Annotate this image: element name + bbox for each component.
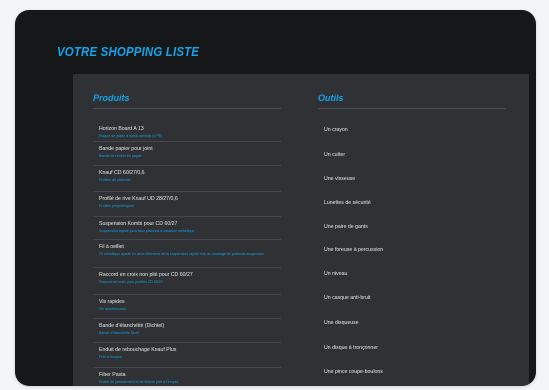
product-divider	[93, 191, 281, 192]
product-divider	[93, 294, 281, 295]
product-description: Prêt à l’emploi	[99, 355, 122, 359]
product-description: Raccord en croix pour profilés CD 60/27	[99, 280, 163, 284]
product-name: Fiber Pasta	[99, 372, 126, 378]
product-description: Bande de renfort en papier	[99, 154, 142, 158]
product-name: Fil à oeillet	[99, 244, 124, 250]
product-item: Knauf CD 60/27/0,6 Profilés de plafonds	[99, 170, 281, 183]
tools-heading-rule	[318, 108, 506, 109]
product-description: Fil métallique ajusté en deux éléments d…	[99, 252, 264, 256]
product-item: Bande papier pour joint Bande de renfort …	[99, 146, 281, 159]
tool-item: Une foreuse à percussion	[324, 247, 384, 253]
product-item: Fiber Pasta Enduit de jointoiement et de …	[99, 372, 281, 385]
product-divider	[93, 342, 281, 343]
tool-item: Une visseuse	[324, 176, 356, 182]
product-divider	[93, 267, 281, 268]
product-description: Suspension rapide pour faux plafonds à o…	[99, 229, 195, 233]
product-divider	[93, 216, 281, 217]
product-name: Vis rapides	[99, 299, 125, 305]
product-item: Horizon Board A 13 Plaque de plâtre à bor…	[99, 126, 281, 139]
product-item: Bande d’étanchéité (Dichtel) Bande d’étan…	[99, 323, 281, 336]
product-name: Bande papier pour joint	[99, 146, 153, 152]
product-divider	[93, 318, 281, 319]
product-name: Profilé de rive Knauf UD 28/27/0,6	[99, 196, 178, 202]
tool-item: Un niveau	[324, 271, 348, 277]
product-name: Enduit de rebouchage Knauf Plus	[99, 347, 177, 353]
tool-item: Lunettes de sécurité	[324, 200, 371, 206]
page-title: VOTRE SHOPPING LISTE	[57, 44, 200, 59]
shopping-list-card: VOTRE SHOPPING LISTE Produits Horizon Bo…	[15, 10, 536, 386]
tool-item: Un casque anti-bruit	[324, 295, 371, 301]
product-item: Enduit de rebouchage Knauf Plus Prêt à l’…	[99, 347, 281, 360]
product-description: Profilés périphériques	[99, 204, 134, 208]
tool-item: Une pince coupe-boulons	[324, 369, 383, 375]
product-name: Raccord en croix non plié pour CD 60/27	[99, 272, 193, 278]
product-description: Vis autoforeuses	[99, 307, 126, 311]
product-item: Vis rapides Vis autoforeuses	[99, 299, 281, 312]
tool-item: Un cutter	[324, 152, 346, 158]
product-item: Profilé de rive Knauf UD 28/27/0,6 Profil…	[99, 196, 281, 209]
product-name: Bande d’étanchéité (Dichtel)	[99, 323, 165, 329]
tools-heading: Outils	[318, 93, 344, 103]
products-heading: Produits	[93, 93, 130, 103]
product-description: Profilés de plafonds	[99, 178, 131, 182]
product-name: Knauf CD 60/27/0,6	[99, 170, 145, 176]
product-item: Raccord en croix non plié pour CD 60/27 R…	[99, 272, 281, 285]
product-divider	[93, 165, 281, 166]
tool-item: Un crayon	[324, 127, 348, 133]
shopping-list-panel: Produits Horizon Board A 13 Plaque de plâ…	[73, 74, 529, 386]
product-item: Suspension Kombi pour CD 60/27 Suspension…	[99, 221, 281, 234]
tool-item: Une paire de gants	[324, 224, 368, 230]
product-divider	[93, 141, 281, 142]
products-heading-rule	[93, 108, 281, 109]
product-name: Suspension Kombi pour CD 60/27	[99, 221, 178, 227]
product-divider	[93, 367, 281, 368]
product-description: Plaque de plâtre à bords amincis (x PE)	[99, 134, 163, 138]
product-divider	[93, 239, 281, 240]
tool-item: Un disque à tronçonner	[324, 345, 378, 351]
product-description: Bande d’étanchéité Dicht	[99, 331, 139, 335]
product-description: Enduit de jointoiement et de finition pr…	[99, 380, 179, 384]
product-name: Horizon Board A 13	[99, 126, 144, 132]
product-item: Fil à oeillet Fil métallique ajusté en de…	[99, 244, 281, 257]
tool-item: Une disqueuse	[324, 320, 359, 326]
